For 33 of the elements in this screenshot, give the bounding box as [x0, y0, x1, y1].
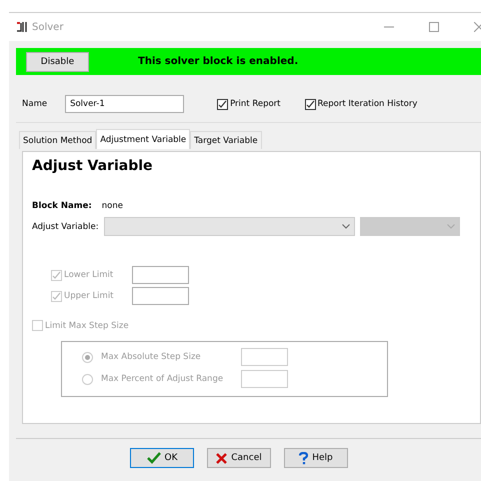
- panel-heading: Adjust Variable: [32, 158, 154, 174]
- checkbox-label: Limit Max Step Size: [45, 320, 129, 330]
- cross-icon: [216, 452, 228, 464]
- ok-button[interactable]: OK: [130, 448, 194, 468]
- tab[interactable]: Target Variable: [190, 131, 262, 149]
- disable-button[interactable]: Disable: [26, 52, 89, 72]
- checkbox-label: Lower Limit: [64, 270, 114, 280]
- block-name-label: Block Name:: [32, 201, 92, 211]
- checkmark-icon: [146, 452, 160, 464]
- name-label: Name: [22, 99, 48, 109]
- name-field[interactable]: Solver-1: [65, 95, 184, 113]
- close-icon[interactable]: [474, 22, 481, 32]
- app-icon: [16, 21, 28, 33]
- status-message: This solver block is enabled.: [138, 56, 298, 67]
- checkbox-label: Report Iteration History: [318, 99, 418, 109]
- radio-label: Max Percent of Adjust Range: [101, 374, 224, 384]
- checkbox-label: Upper Limit: [64, 291, 114, 301]
- adjust-variable-label: Adjust Variable:: [32, 222, 99, 232]
- tab[interactable]: Adjustment Variable: [96, 129, 190, 149]
- chevron-icon: [446, 224, 455, 229]
- checkbox-label: Print Report: [230, 99, 281, 109]
- help-button[interactable]: Help: [284, 448, 348, 468]
- maximize-icon[interactable]: [429, 22, 439, 32]
- window-title: Solver: [32, 22, 64, 32]
- question-mark-icon: [299, 452, 308, 464]
- radio-label: Max Absolute Step Size: [101, 352, 202, 362]
- variable-dropdown[interactable]: [104, 217, 355, 236]
- checkbox[interactable]: [217, 98, 228, 110]
- tab[interactable]: Solution Method: [19, 131, 96, 149]
- cancel-button[interactable]: Cancel: [207, 448, 271, 468]
- checkbox[interactable]: [304, 98, 316, 110]
- chevron-icon: [342, 224, 350, 229]
- block-name-value: none: [102, 201, 123, 211]
